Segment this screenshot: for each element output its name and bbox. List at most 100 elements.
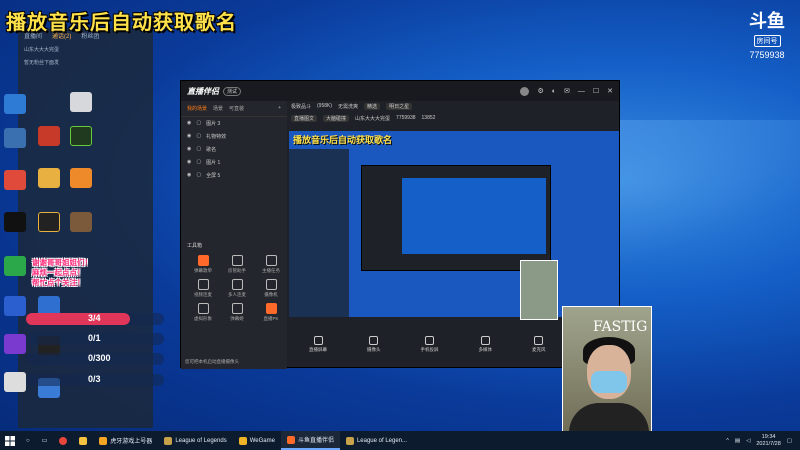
chat-line: 暂无粉丝下面发	[24, 60, 60, 66]
lock-icon[interactable]: ▢	[196, 146, 201, 153]
volume-icon[interactable]: ◁	[746, 438, 750, 444]
video-icon	[197, 279, 209, 290]
taskbar-clock[interactable]: 19:34 2021/7/28	[756, 434, 780, 448]
task-progress-text: 3/4	[88, 313, 101, 323]
taskbar-app-button[interactable]: League of Legends	[158, 431, 232, 450]
desktop-icon[interactable]	[4, 170, 26, 190]
source-item[interactable]: ◉ ▢ 图片 1	[181, 156, 287, 169]
taskbar-app-button[interactable]: League of Legen...	[340, 431, 413, 450]
desktop-icon[interactable]	[4, 94, 26, 114]
skin-icon[interactable]: ◐	[552, 88, 556, 95]
stream-preview[interactable]: 播放音乐后自动获取歌名	[289, 131, 619, 317]
tool-avatar[interactable]: 虚拟形象	[189, 303, 217, 322]
settings-icon[interactable]: ⚙	[537, 87, 543, 95]
tool-multi-link[interactable]: 多人连麦	[223, 279, 251, 298]
eye-icon[interactable]: ◉	[187, 146, 191, 153]
webcam-small	[520, 260, 558, 320]
minimize-icon[interactable]: —	[578, 88, 585, 95]
eye-icon[interactable]: ◉	[187, 159, 191, 166]
button-label: 多媒体	[478, 346, 493, 352]
message-icon[interactable]: ✉	[564, 87, 570, 95]
banner-title: 播放音乐后自动获取歌名	[6, 12, 237, 34]
eye-icon[interactable]: ◉	[187, 120, 191, 127]
app-version-badge[interactable]: 测试	[223, 86, 242, 96]
info-item: 极致品斗	[291, 104, 312, 110]
desktop-icon[interactable]	[4, 372, 26, 392]
button-label: 麦克风	[532, 346, 546, 352]
task-view-icon[interactable]: ▭	[36, 431, 54, 450]
button-label: 直播屏幕	[309, 346, 327, 352]
notification-icon[interactable]: ▢	[787, 438, 792, 444]
desktop-icon[interactable]	[38, 126, 60, 146]
microphone-button[interactable]: 麦克风	[532, 335, 546, 353]
clock-date: 2021/7/28	[756, 440, 781, 447]
camera-button[interactable]: 摄像头	[367, 335, 381, 353]
eye-icon[interactable]: ◉	[187, 172, 191, 179]
chrome-icon[interactable]	[53, 431, 73, 450]
desktop-icon[interactable]	[38, 212, 60, 232]
tool-song-list[interactable]: 弹幕歌单	[189, 255, 217, 274]
eye-icon[interactable]: ◉	[187, 133, 191, 140]
taskbar-app-button[interactable]: 虎牙游戏上号器	[93, 431, 158, 450]
tool-danmaku[interactable]: 弹幕姬	[223, 303, 251, 322]
close-icon[interactable]: ✕	[607, 87, 613, 95]
start-button[interactable]	[0, 431, 20, 450]
taskbar-app-label: 虎牙游戏上号器	[110, 439, 153, 445]
search-icon[interactable]: ○	[20, 431, 36, 450]
info-item: 7759938	[396, 115, 416, 121]
source-label: 图片 3	[206, 121, 221, 127]
desktop-icon[interactable]	[70, 92, 92, 112]
tool-label: 房管助手	[228, 268, 246, 273]
tab-scenes[interactable]: 场景	[213, 105, 223, 112]
tool-pk[interactable]: 直播PK	[257, 303, 285, 322]
info-item[interactable]: 直播图文	[291, 115, 318, 122]
lock-icon[interactable]: ▢	[196, 120, 201, 127]
tray-chevron-icon[interactable]: ^	[726, 438, 729, 444]
maximize-icon[interactable]: ☐	[593, 87, 599, 95]
app-left-panel: 我的场景 场景 可直装 + ◉ ▢ 图片 3 ◉ ▢ 礼物特效 ◉ ▢ 歌名 ◉ ▢ 图片 1 …	[181, 101, 287, 369]
camera-icon	[265, 279, 277, 290]
file-explorer-icon[interactable]	[73, 431, 93, 450]
tool-camera[interactable]: 摄像机	[257, 279, 285, 298]
info-item[interactable]: 大脑碰撞	[323, 115, 350, 122]
lock-icon[interactable]: ▢	[196, 133, 201, 140]
desktop-icon[interactable]	[4, 212, 26, 232]
info-item[interactable]: 明日之星	[386, 103, 413, 110]
source-item[interactable]: ◉ ▢ 礼物特效	[181, 130, 287, 143]
screen-capture-button[interactable]: 直播屏幕	[309, 335, 327, 353]
lock-icon[interactable]: ▢	[196, 159, 201, 166]
nested-preview	[361, 165, 551, 271]
tab-addable[interactable]: 可直装	[229, 105, 244, 112]
add-icon[interactable]: +	[278, 105, 281, 112]
streaming-app-window: 直播伴侣 测试 ⚙ ◐ ✉ — ☐ ✕ 我的场景 场景 可直装 + ◉ ▢ 图片 3…	[180, 80, 620, 369]
group-icon	[231, 279, 243, 290]
source-item[interactable]: ◉ ▢ 全屏 5	[181, 169, 287, 182]
info-item[interactable]: 精选	[364, 103, 381, 110]
tool-tasks[interactable]: 主播任务	[257, 255, 285, 274]
info-item: 13852	[421, 115, 436, 121]
camera-icon	[369, 335, 379, 345]
desktop-icon[interactable]	[70, 212, 92, 232]
desktop-icon[interactable]	[70, 126, 92, 146]
microphone-icon	[534, 335, 544, 345]
avatar[interactable]	[520, 86, 530, 96]
taskbar-app-button[interactable]: 斗鱼直播伴侣	[280, 431, 340, 450]
tool-room-admin[interactable]: 房管助手	[223, 255, 251, 274]
desktop-icon[interactable]	[4, 334, 26, 354]
taskbar-app-label: League of Legends	[175, 437, 227, 444]
desktop-icon[interactable]	[38, 168, 60, 188]
lock-icon[interactable]: ▢	[196, 172, 201, 179]
tab-my-scenes[interactable]: 我的场景	[187, 105, 207, 112]
taskbar-app-button[interactable]: WeGame	[233, 431, 281, 450]
desktop-icon[interactable]	[4, 256, 26, 276]
tool-video-link[interactable]: 视频连麦	[189, 279, 217, 298]
phone-cast-button[interactable]: 手机投屏	[421, 335, 439, 353]
source-item[interactable]: ◉ ▢ 歌名	[181, 143, 287, 156]
desktop-icon[interactable]	[70, 168, 92, 188]
phone-icon	[425, 335, 434, 345]
source-item[interactable]: ◉ ▢ 图片 3	[181, 117, 287, 130]
desktop-icon[interactable]	[4, 128, 26, 148]
network-icon[interactable]: ▤	[735, 438, 740, 444]
media-button[interactable]: 多媒体	[478, 335, 493, 353]
desktop-icon[interactable]	[4, 296, 26, 316]
